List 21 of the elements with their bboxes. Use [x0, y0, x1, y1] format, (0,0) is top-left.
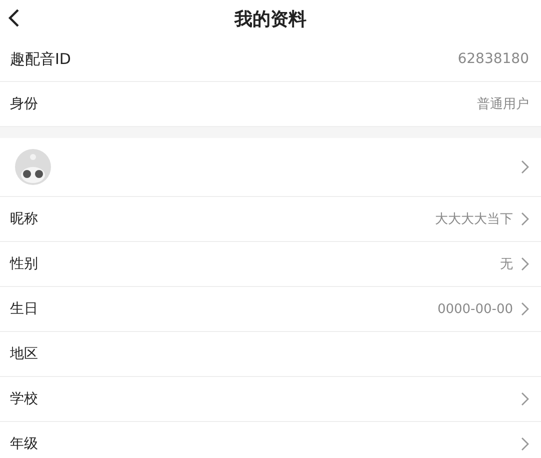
- row-label: 身份: [10, 95, 38, 113]
- avatar-icon[interactable]: [15, 149, 51, 185]
- row-value: 62838180: [458, 51, 529, 67]
- chevron-icon[interactable]: [521, 392, 529, 406]
- row-label: 性别: [10, 255, 38, 273]
- row-label: 学校: [10, 390, 38, 408]
- row-label: 生日: [10, 300, 38, 318]
- chevron-icon[interactable]: [521, 212, 529, 226]
- back-icon[interactable]: [8, 9, 20, 27]
- chevron-icon[interactable]: [521, 437, 529, 451]
- row-value: 大大大大当下: [435, 211, 513, 228]
- row-label: 年级: [10, 435, 38, 453]
- row-label: 地区: [10, 345, 38, 363]
- chevron-icon[interactable]: [521, 257, 529, 271]
- row-label: 趣配音ID: [10, 50, 71, 68]
- page-title: 我的资料: [234, 8, 306, 30]
- chevron-icon[interactable]: [521, 302, 529, 316]
- row-value: 无: [500, 256, 513, 273]
- row-value: 普通用户: [477, 96, 529, 113]
- row-label: 昵称: [10, 210, 38, 228]
- row-value: 0000-00-00: [437, 302, 513, 316]
